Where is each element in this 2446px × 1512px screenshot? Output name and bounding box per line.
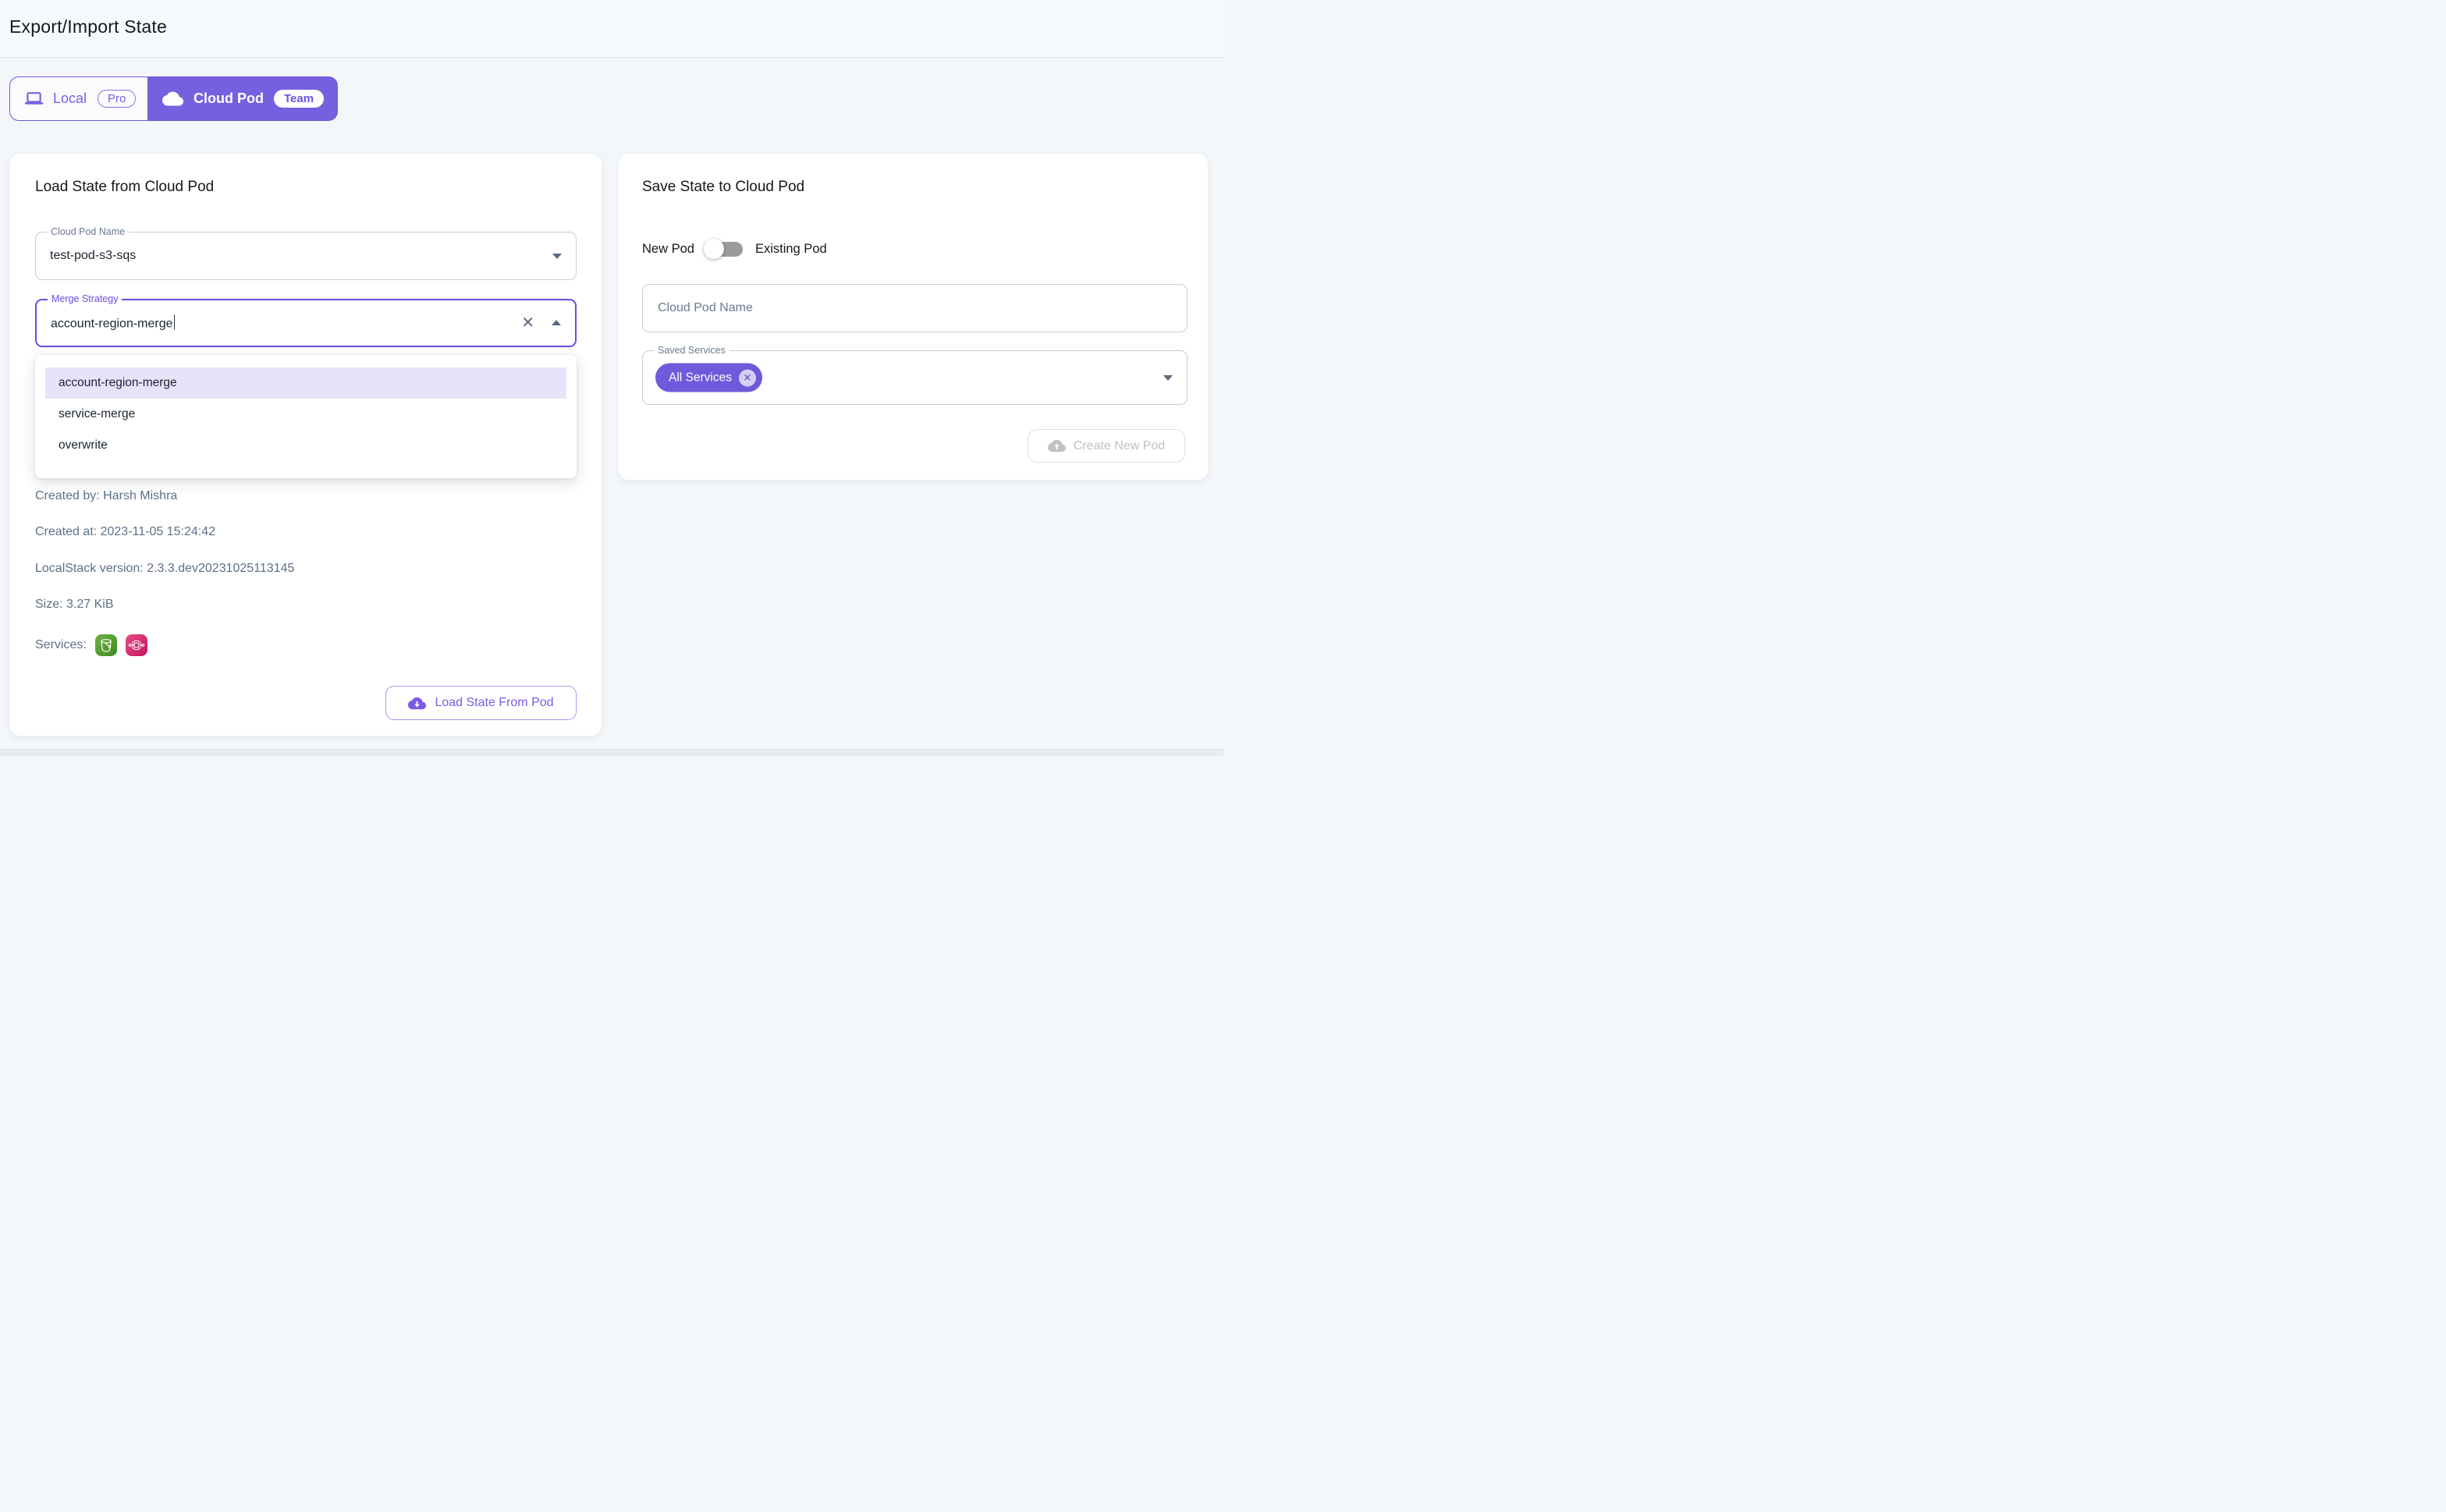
header-divider — [0, 57, 1223, 58]
tab-local[interactable]: Local Pro — [9, 76, 147, 121]
cloud-icon — [162, 88, 183, 109]
clear-icon[interactable]: ✕ — [521, 313, 534, 332]
horizontal-scrollbar-track — [0, 749, 1223, 756]
sqs-service-icon — [126, 634, 147, 656]
pod-mode-switch[interactable] — [705, 238, 744, 260]
meta-created-at: Created at: 2023-11-05 15:24:42 — [35, 525, 215, 539]
cloud-pod-name-label: Cloud Pod Name — [47, 225, 129, 239]
mode-toggle: Local Pro Cloud Pod Team — [9, 76, 338, 121]
cloud-upload-icon — [1048, 437, 1066, 455]
menu-option-service-merge[interactable]: service-merge — [45, 399, 566, 430]
load-card-title: Load State from Cloud Pod — [35, 179, 214, 196]
saved-services-label: Saved Services — [654, 344, 730, 357]
chevron-up-icon[interactable] — [552, 320, 561, 325]
save-state-card: Save State to Cloud Pod New Pod Existing… — [618, 153, 1209, 481]
meta-created-by: Created by: Harsh Mishra — [35, 489, 177, 503]
saved-services-select[interactable]: Saved Services All Services ✕ — [642, 350, 1187, 405]
page-title: Export/Import State — [9, 16, 167, 37]
services-label: Services: — [35, 638, 87, 652]
page-header: Export/Import State — [0, 0, 1223, 57]
services-row: Services: — [35, 634, 147, 657]
switch-knob[interactable] — [704, 239, 724, 259]
tab-cloud-pod-label: Cloud Pod — [193, 91, 264, 107]
s3-service-icon — [95, 634, 117, 656]
pod-mode-toggle-row: New Pod Existing Pod — [642, 236, 827, 261]
save-card-title: Save State to Cloud Pod — [642, 179, 804, 196]
cloud-pod-name-select[interactable]: Cloud Pod Name test-pod-s3-sqs — [35, 232, 577, 280]
all-services-chip-label: All Services — [669, 371, 732, 385]
load-state-button[interactable]: Load State From Pod — [385, 686, 577, 720]
cloud-pod-name-input[interactable] — [642, 284, 1187, 332]
merge-strategy-value: account-region-merge — [51, 315, 175, 332]
create-new-pod-button-label: Create New Pod — [1074, 439, 1165, 453]
chevron-down-icon[interactable] — [1163, 375, 1173, 381]
create-new-pod-button[interactable]: Create New Pod — [1028, 429, 1185, 463]
menu-option-overwrite[interactable]: overwrite — [45, 430, 566, 461]
meta-size: Size: 3.27 KiB — [35, 598, 114, 612]
merge-strategy-label: Merge Strategy — [48, 293, 122, 306]
tab-cloud-pod[interactable]: Cloud Pod Team — [147, 76, 338, 121]
cloud-pod-name-value: test-pod-s3-sqs — [50, 249, 136, 263]
team-badge: Team — [274, 90, 324, 108]
pro-badge: Pro — [98, 90, 136, 108]
meta-version: LocalStack version: 2.3.3.dev20231025113… — [35, 562, 294, 576]
tab-local-label: Local — [53, 91, 87, 107]
laptop-icon — [24, 89, 44, 108]
load-state-button-label: Load State From Pod — [435, 696, 553, 710]
cloud-download-icon — [408, 694, 426, 712]
merge-options-menu: account-region-merge service-merge overw… — [35, 355, 577, 478]
all-services-chip[interactable]: All Services ✕ — [655, 364, 762, 392]
load-state-card: Load State from Cloud Pod Cloud Pod Name… — [9, 153, 602, 736]
merge-strategy-input[interactable]: Merge Strategy account-region-merge ✕ — [35, 299, 577, 347]
chevron-down-icon[interactable] — [552, 254, 562, 259]
chip-delete-icon[interactable]: ✕ — [739, 369, 756, 386]
text-cursor — [174, 315, 176, 330]
new-pod-label: New Pod — [642, 242, 694, 257]
export-import-page: Export/Import State Local Pro Cloud Pod … — [0, 0, 1223, 756]
menu-option-account-region-merge[interactable]: account-region-merge — [45, 367, 566, 399]
existing-pod-label: Existing Pod — [755, 242, 827, 257]
